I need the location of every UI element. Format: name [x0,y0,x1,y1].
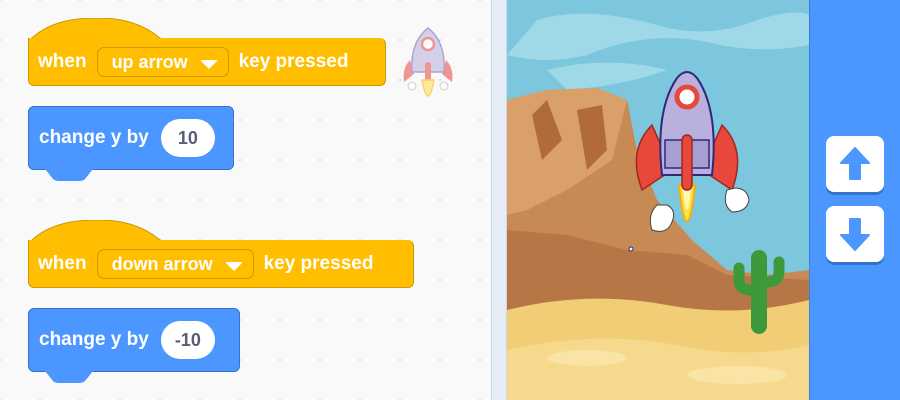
key-dropdown-value: down arrow [111,253,213,274]
when-label: when [38,51,87,72]
change-y-input[interactable]: 10 [160,119,215,157]
block-tab [45,169,93,181]
change-y-input[interactable]: -10 [160,321,215,359]
change-y-label: change y by [39,127,149,148]
key-dropdown-value: up arrow [111,51,188,72]
chevron-down-icon [224,261,243,271]
when-key-pressed-block[interactable]: when up arrow key pressed [28,18,386,86]
change-y-block[interactable]: change y by 10 [28,106,234,181]
down-arrow-icon [840,218,870,251]
when-label: when [38,253,87,274]
desert-backdrop [507,0,809,400]
change-y-block[interactable]: change y by -10 [28,308,240,383]
stage[interactable] [507,0,809,400]
key-dropdown[interactable]: up arrow [96,47,229,77]
key-dropdown[interactable]: down arrow [96,249,254,279]
sprite-thumbnail-rocket-icon [403,27,453,97]
arrow-button-panel [809,0,900,400]
key-pressed-label: key pressed [238,51,349,72]
key-pressed-label: key pressed [263,253,374,274]
block-tab [45,371,93,383]
up-arrow-button[interactable] [826,136,884,192]
down-arrow-button[interactable] [826,206,884,262]
when-key-pressed-block[interactable]: when down arrow key pressed [28,220,414,288]
code-area[interactable]: when up arrow key pressed change y by 10 [0,0,491,400]
change-y-label: change y by [39,329,149,350]
pane-divider[interactable] [491,0,507,400]
chevron-down-icon [199,59,218,69]
up-arrow-icon [840,147,870,180]
